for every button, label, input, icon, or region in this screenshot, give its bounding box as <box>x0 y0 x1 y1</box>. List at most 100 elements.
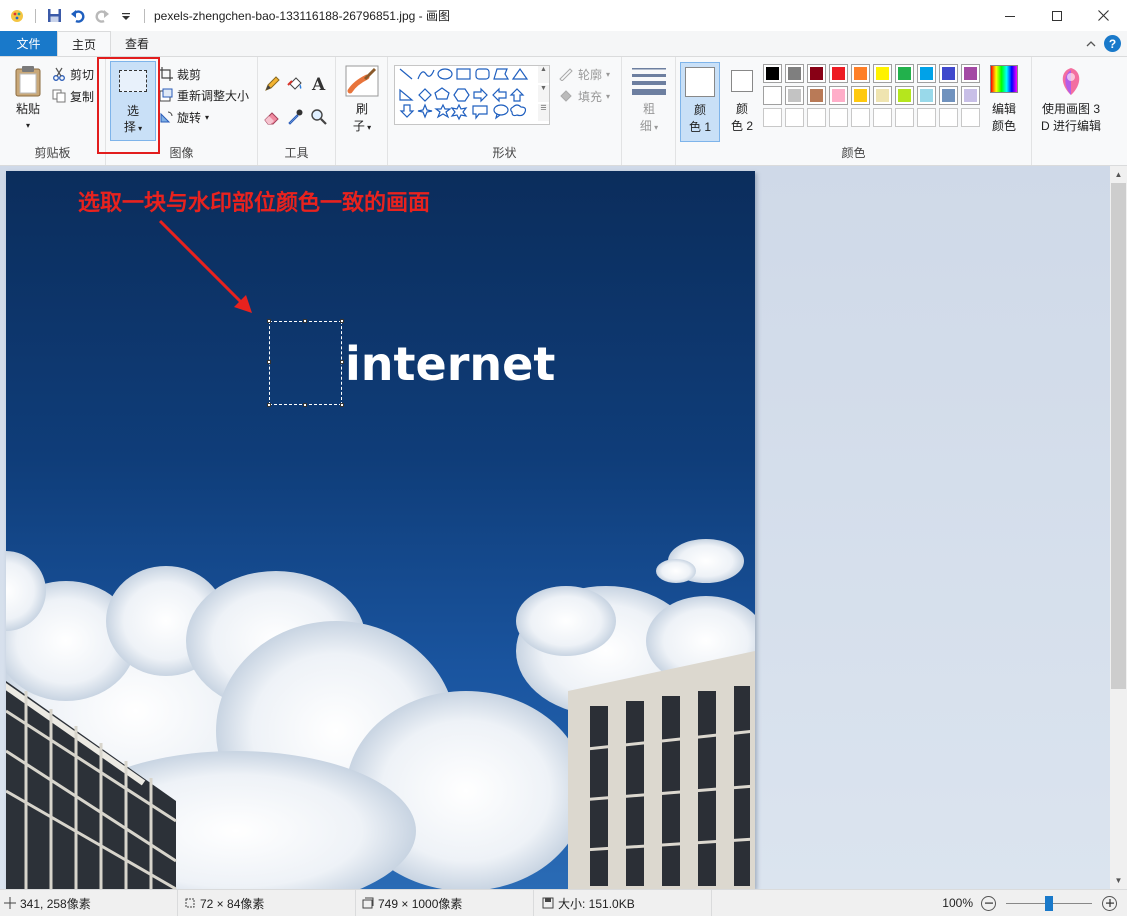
selection-handle-mr[interactable] <box>340 360 344 364</box>
selection-handle-tm[interactable] <box>303 319 307 323</box>
maximize-button[interactable] <box>1033 0 1080 31</box>
save-icon[interactable] <box>45 7 63 25</box>
scroll-up-arrow[interactable]: ▲ <box>1110 166 1127 183</box>
tab-file[interactable]: 文件 <box>0 31 57 56</box>
tab-view[interactable]: 查看 <box>111 31 163 56</box>
color-swatch[interactable] <box>895 64 914 83</box>
color1-button[interactable]: 颜 色 1 <box>680 62 720 142</box>
brushes-button[interactable]: 刷 子 ▾ <box>342 63 382 141</box>
color-swatch[interactable] <box>829 86 848 105</box>
color-swatch[interactable] <box>829 64 848 83</box>
color-swatch-fill <box>766 89 779 102</box>
rotate-button[interactable]: 旋转 ▾ <box>159 107 209 127</box>
selection-handle-ml[interactable] <box>267 360 271 364</box>
custom-color-slot[interactable] <box>961 108 980 127</box>
resize-button[interactable]: 重新调整大小 <box>159 85 249 105</box>
size-label-top: 粗 <box>642 102 655 116</box>
image-size: 749 × 1000像素 <box>356 889 534 916</box>
eraser-button[interactable] <box>263 108 281 126</box>
group-size: 粗 细 ▾ <box>622 57 676 165</box>
color-swatch[interactable] <box>917 86 936 105</box>
color-swatch[interactable] <box>895 86 914 105</box>
paste-button[interactable]: 粘贴 ▾ <box>8 63 48 141</box>
application-name: 画图 <box>426 9 451 23</box>
canvas-workspace: 选取一块与水印部位颜色一致的画面 internet <box>0 166 1110 889</box>
size-button[interactable]: 粗 细 ▾ <box>629 65 669 141</box>
shapes-more[interactable]: ☰ <box>538 104 549 121</box>
redo-icon[interactable] <box>93 7 111 25</box>
color2-button[interactable]: 颜 色 2 <box>725 62 759 142</box>
undo-icon[interactable] <box>69 7 87 25</box>
color-swatch[interactable] <box>873 64 892 83</box>
color-swatch[interactable] <box>807 64 826 83</box>
help-icon[interactable]: ? <box>1104 35 1121 52</box>
shapes-scroll-down[interactable]: ▼ <box>538 85 549 102</box>
color-swatch[interactable] <box>939 64 958 83</box>
color-swatch[interactable] <box>961 64 980 83</box>
text-button[interactable]: A <box>310 74 328 95</box>
color-swatch[interactable] <box>961 86 980 105</box>
customize-qat-icon[interactable] <box>117 7 135 25</box>
scroll-down-arrow[interactable]: ▼ <box>1110 872 1127 889</box>
selection-handle-tl[interactable] <box>267 319 271 323</box>
color-picker-button[interactable] <box>286 108 304 126</box>
fill-shape-button[interactable]: 填充 ▾ <box>558 86 610 106</box>
color-swatch[interactable] <box>917 64 936 83</box>
selection-handle-bm[interactable] <box>303 403 307 407</box>
color-swatch[interactable] <box>807 86 826 105</box>
selection-handle-bl[interactable] <box>267 403 271 407</box>
resize-icon <box>159 88 173 102</box>
crop-button[interactable]: 裁剪 <box>159 64 201 84</box>
rotate-dropdown-icon: ▾ <box>205 112 210 122</box>
color-swatch[interactable] <box>851 86 870 105</box>
custom-color-slot[interactable] <box>807 108 826 127</box>
vertical-scrollbar[interactable]: ▲ ▼ <box>1110 166 1127 889</box>
magnifier-button[interactable] <box>310 108 328 126</box>
custom-color-slot[interactable] <box>763 108 782 127</box>
outline-button[interactable]: 轮廓 ▾ <box>558 64 610 84</box>
color1-label-top: 颜 <box>693 103 706 117</box>
custom-color-slot[interactable] <box>873 108 892 127</box>
minimize-button[interactable] <box>986 0 1033 31</box>
color-swatch[interactable] <box>785 86 804 105</box>
edit-colors-button[interactable]: 编辑 颜色 <box>986 63 1026 141</box>
color-swatch[interactable] <box>763 64 782 83</box>
copy-icon <box>52 89 66 103</box>
color-swatch-fill <box>942 67 955 80</box>
image-canvas[interactable]: 选取一块与水印部位颜色一致的画面 internet <box>6 171 755 889</box>
selection-handle-br[interactable] <box>340 403 344 407</box>
paint-app-icon[interactable] <box>8 7 26 25</box>
tab-home[interactable]: 主页 <box>57 31 112 56</box>
zoom-slider[interactable] <box>1006 895 1092 911</box>
custom-color-slot[interactable] <box>851 108 870 127</box>
close-button[interactable] <box>1080 0 1127 31</box>
paint3d-button[interactable]: 使用画图 3 D 进行编辑 <box>1034 63 1108 141</box>
fill-button[interactable] <box>286 75 304 93</box>
custom-color-slot[interactable] <box>785 108 804 127</box>
selection-marquee[interactable] <box>267 319 344 407</box>
custom-color-slot[interactable] <box>939 108 958 127</box>
custom-color-slot[interactable] <box>895 108 914 127</box>
pencil-button[interactable] <box>263 75 281 93</box>
color-swatch[interactable] <box>851 64 870 83</box>
zoom-out-button[interactable] <box>981 895 996 911</box>
custom-color-slot[interactable] <box>829 108 848 127</box>
zoom-slider-thumb[interactable] <box>1045 895 1053 911</box>
magnifier-icon <box>311 109 327 125</box>
color-swatch[interactable] <box>939 86 958 105</box>
collapse-ribbon-icon[interactable] <box>1086 37 1096 51</box>
cut-button[interactable]: 剪切 <box>52 64 94 84</box>
shapes-scroll-up[interactable]: ▲ <box>538 66 549 83</box>
color-swatch[interactable] <box>763 86 782 105</box>
selection-handle-tr[interactable] <box>340 319 344 323</box>
scroll-thumb[interactable] <box>1111 183 1126 689</box>
zoom-in-button[interactable] <box>1102 895 1117 911</box>
selection-size: 72 × 84像素 <box>178 889 356 916</box>
color-swatch[interactable] <box>785 64 804 83</box>
cursor-position: 341, 258像素 <box>0 889 178 916</box>
color-swatch-fill <box>920 89 933 102</box>
shapes-gallery[interactable] <box>394 65 550 125</box>
copy-button[interactable]: 复制 <box>52 86 94 106</box>
color-swatch[interactable] <box>873 86 892 105</box>
custom-color-slot[interactable] <box>917 108 936 127</box>
